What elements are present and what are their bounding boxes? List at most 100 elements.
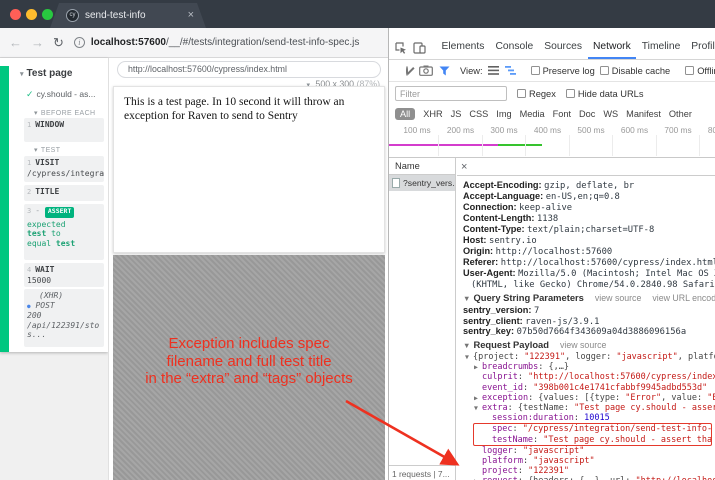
command-window[interactable]: 1WINDOW [24,118,104,142]
timeline-tick-label: 100 ms [396,125,438,135]
cypress-favicon-icon: cy [66,9,79,22]
devtools-tab-profiles[interactable]: Profiles [686,36,715,59]
device-toolbar-icon[interactable] [413,42,426,54]
payload-line[interactable]: testName: "Test page cy.should - assert … [474,435,711,445]
request-payload-section-header[interactable]: ▼Request Payloadview source [463,339,715,352]
view-url-encoded-link[interactable]: view URL encoded [652,293,715,303]
devtools-tab-console[interactable]: Console [490,36,539,59]
header-value: Mozilla/5.0 (Macintosh; Intel Mac OS X 1… [518,269,715,279]
filter-pill-font[interactable]: Font [553,109,571,119]
payload-line[interactable]: ▶request: {headers: {,…}, url: "http://l… [463,476,715,480]
payload-segment: "122391" [528,466,569,476]
filter-funnel-icon[interactable] [439,66,450,76]
forward-icon[interactable]: → [31,35,44,50]
payload-line[interactable]: ▶breadcrumbs: {,…} [463,362,715,372]
hide-data-urls-checkbox[interactable] [566,89,575,98]
header-name: Accept-Encoding: [463,180,544,190]
triangle-right-icon[interactable]: ▶ [474,393,482,403]
filter-pill-all[interactable]: All [395,108,415,120]
regex-checkbox[interactable] [517,89,526,98]
collapse-caret-icon: ▾ [20,71,24,78]
browser-tab-bar: cy send-test-info × [0,0,715,28]
payload-segment: "javascript" [533,456,594,466]
filter-pill-media[interactable]: Media [520,109,545,119]
payload-line[interactable]: logger: "javascript" [463,446,715,456]
address-bar[interactable]: localhost:57600/__/#/tests/integration/s… [91,37,359,48]
payload-segment: "/cypress/integration/send-test-info-spe… [523,424,711,434]
payload-segment: : [512,424,522,434]
triangle-down-icon[interactable]: ▼ [465,352,473,362]
payload-segment: 10015 [584,413,610,423]
annotation-text: Exception includes spec filename and ful… [113,335,385,388]
payload-segment: {project: [473,352,524,362]
close-detail-icon[interactable]: × [461,161,467,173]
view-list-icon[interactable] [488,66,499,75]
payload-segment: : [523,383,533,393]
payload-line[interactable]: project: "122391" [463,466,715,476]
payload-segment: : [523,456,533,466]
overview-load-event-line [498,144,542,146]
triangle-down-icon[interactable]: ▼ [474,403,482,413]
param-value: 7 [534,306,539,316]
payload-line[interactable]: ▶exception: {values: [{type: "Error", va… [463,393,715,403]
view-source-link[interactable]: view source [595,293,641,303]
back-icon[interactable]: ← [9,35,22,50]
view-source-link[interactable]: view source [560,340,606,350]
network-overview[interactable]: 100 ms200 ms300 ms400 ms500 ms600 ms700 … [389,123,715,158]
tab-close-icon[interactable]: × [188,10,194,21]
payload-line[interactable]: spec: "/cypress/integration/send-test-in… [474,424,711,434]
test-title[interactable]: ✓cy.should - as... [26,89,95,100]
disable-cache-checkbox[interactable] [600,66,609,75]
payload-line[interactable]: session:duration: 10015 [463,413,715,423]
window-minimize-button[interactable] [26,9,37,20]
filter-pill-css[interactable]: CSS [469,109,488,119]
command-assert[interactable]: 3- ASSERTexpected test to equal test [24,204,104,260]
aut-url-display[interactable]: http://localhost:57600/cypress/index.htm… [117,61,381,78]
command-wait[interactable]: 4WAIT15000 [24,263,104,287]
param-value: 07b50d7664f343609a04d3886096156a [517,327,686,337]
filter-pill-ws[interactable]: WS [603,109,618,119]
offline-label: Offline [697,66,715,76]
filter-pill-js[interactable]: JS [451,109,462,119]
devtools-tab-sources[interactable]: Sources [539,36,588,59]
view-waterfall-icon[interactable] [505,66,516,75]
payload-segment: "javascript" [523,446,584,456]
triangle-right-icon[interactable]: ▶ [474,362,482,372]
devtools-tab-timeline[interactable]: Timeline [636,36,686,59]
payload-line[interactable]: ▼{project: "122391", logger: "javascript… [463,352,715,362]
payload-line[interactable]: platform: "javascript" [463,456,715,466]
filter-pill-xhr[interactable]: XHR [423,109,442,119]
request-row[interactable]: ?sentry_vers... [389,175,455,191]
timeline-tick-label: 600 ms [614,125,656,135]
filter-pill-other[interactable]: Other [669,109,692,119]
browser-tab[interactable]: cy send-test-info × [50,3,206,28]
window-zoom-button[interactable] [42,9,53,20]
payload-line[interactable]: event_id: "398b001c4e1741cfabbf9945adbd5… [463,383,715,393]
inspect-element-icon[interactable] [395,42,407,54]
reload-icon[interactable]: ↻ [53,35,64,51]
query-param-line: sentry_version: 7 [463,305,715,316]
triangle-right-icon[interactable]: ▶ [474,476,482,480]
disable-cache-label: Disable cache [612,66,670,76]
devtools-tab-elements[interactable]: Elements [436,36,490,59]
offline-checkbox[interactable] [685,66,694,75]
suite-title[interactable]: ▾Test page [20,68,72,79]
payload-line[interactable]: ▼extra: {testName: "Test page cy.should … [463,403,715,413]
command-title[interactable]: 2TITLE [24,185,104,201]
query-string-section-header[interactable]: ▼Query String Parametersview sourceview … [463,292,715,305]
screenshot-camera-icon[interactable] [419,65,433,76]
filter-pill-img[interactable]: Img [496,109,511,119]
filter-input[interactable] [395,86,507,101]
clear-icon[interactable] [406,66,408,76]
command-visit[interactable]: 1VISIT/cypress/integra [24,156,104,182]
filter-pill-manifest[interactable]: Manifest [626,109,661,119]
name-column-header[interactable]: Name [389,158,455,175]
command-xhr[interactable]: (XHR)● POST200/api/122391/stos... [24,289,104,347]
window-close-button[interactable] [10,9,21,20]
preserve-log-checkbox[interactable] [531,66,540,75]
filter-pill-doc[interactable]: Doc [579,109,595,119]
page-info-icon[interactable]: i [74,37,85,48]
devtools-tab-network[interactable]: Network [588,36,637,59]
payload-line[interactable]: culprit: "http://localhost:57600/cypress… [463,372,715,382]
payload-segment: : [513,446,523,456]
